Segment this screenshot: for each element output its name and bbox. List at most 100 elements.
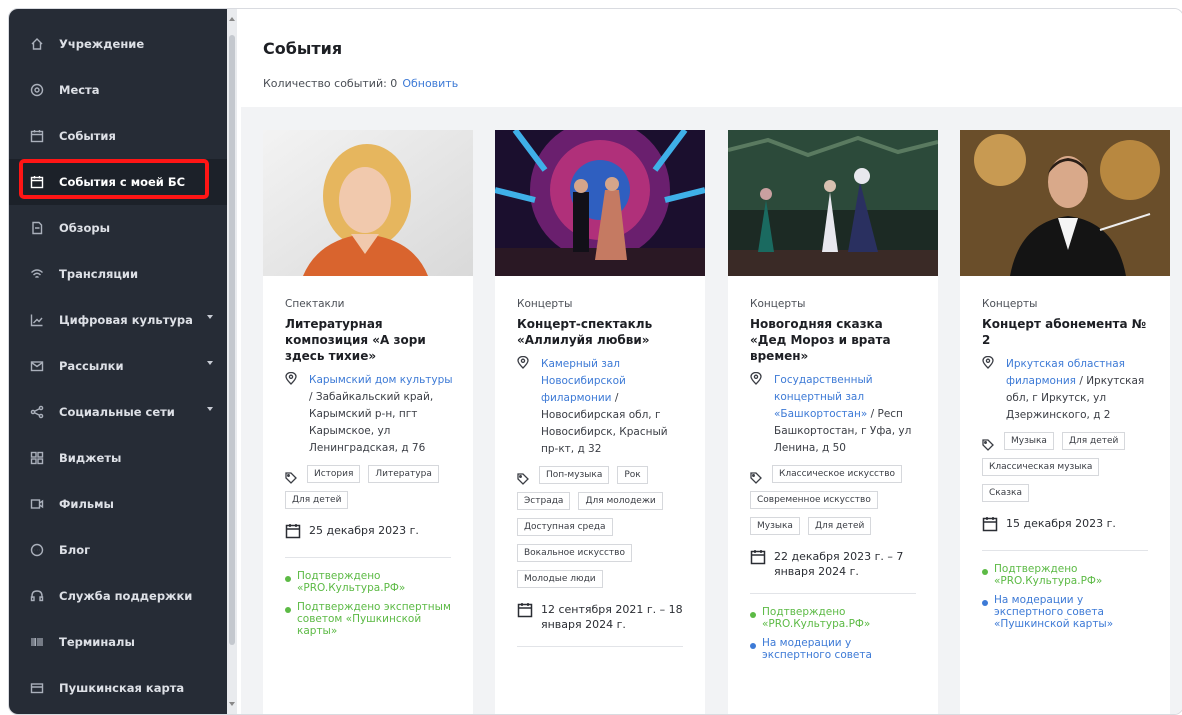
- status-confirmed: Подтверждено «PRO.Культура.РФ»: [285, 570, 455, 594]
- location-pin-icon: [750, 371, 764, 457]
- event-card[interactable]: Концерты Новогодняя сказка «Дед Мороз и …: [728, 130, 938, 714]
- event-card[interactable]: Концерты Концерт-спектакль «Аллилуйя люб…: [495, 130, 705, 714]
- tag[interactable]: Молодые люди: [517, 570, 603, 588]
- event-date: 12 сентября 2021 г. – 18 января 2024 г.: [517, 602, 687, 632]
- sidebar-item-pushkin-card[interactable]: Пушкинская карта: [9, 665, 227, 711]
- sidebar-item-broadcasts[interactable]: Трансляции: [9, 251, 227, 297]
- sidebar-item-label: Учреждение: [59, 37, 145, 51]
- tag[interactable]: Для детей: [807, 517, 872, 535]
- sidebar-item-digital-culture[interactable]: Цифровая культура: [9, 297, 227, 343]
- sidebar-item-label: Терминалы: [59, 635, 135, 649]
- event-title[interactable]: Концерт-спектакль «Аллилуйя любви»: [517, 316, 687, 348]
- calendar-icon: [982, 516, 1000, 536]
- sidebar-item-label: Места: [59, 83, 100, 97]
- tag-icon: [517, 470, 531, 489]
- event-card[interactable]: Спектакли Литературная композиция «А зор…: [263, 130, 473, 714]
- main-content: События Количество событий: 0 Обновить С…: [237, 9, 1182, 714]
- events-count-label: Количество событий: 0: [263, 77, 398, 90]
- scroll-up-icon[interactable]: [229, 17, 235, 21]
- sidebar-item-places[interactable]: Места: [9, 67, 227, 113]
- scroll-down-icon[interactable]: [229, 702, 235, 706]
- tag[interactable]: Музыка: [1004, 432, 1054, 450]
- event-category: Концерты: [982, 298, 1038, 310]
- location-icon: [29, 82, 45, 98]
- tag[interactable]: Рок: [617, 466, 648, 484]
- sidebar-item-label: Пушкинская карта: [59, 681, 185, 695]
- status-confirmed: Подтверждено «PRO.Культура.РФ»: [750, 606, 920, 630]
- event-date: 15 декабря 2023 г.: [982, 516, 1152, 536]
- sidebar-item-events-my-bs[interactable]: События с моей БС: [9, 159, 227, 205]
- tag[interactable]: Для молодежи: [578, 492, 663, 510]
- location-pin-icon: [517, 355, 531, 458]
- chevron-down-icon: [207, 407, 213, 411]
- sidebar-item-reviews[interactable]: Обзоры: [9, 205, 227, 251]
- event-date-text: 12 сентября 2021 г. – 18 января 2024 г.: [541, 603, 683, 631]
- tag[interactable]: Современное искусство: [750, 491, 878, 509]
- sidebar-item-social[interactable]: Социальные сети: [9, 389, 227, 435]
- sidebar-item-widgets[interactable]: Виджеты: [9, 435, 227, 481]
- sidebar-item-films[interactable]: Фильмы: [9, 481, 227, 527]
- event-category: Концерты: [750, 298, 806, 310]
- document-icon: [29, 220, 45, 236]
- chat-icon: [29, 542, 45, 558]
- calendar-icon: [750, 549, 768, 579]
- sidebar-item-institution[interactable]: Учреждение: [9, 21, 227, 67]
- tag-icon: [750, 469, 764, 488]
- event-date: 22 декабря 2023 г. – 7 января 2024 г.: [750, 549, 920, 579]
- sidebar-item-label: Блог: [59, 543, 91, 557]
- tag[interactable]: Вокальное искусство: [517, 544, 632, 562]
- tag[interactable]: Для детей: [285, 491, 349, 509]
- tag[interactable]: Литература: [368, 465, 439, 483]
- event-date-text: 25 декабря 2023 г.: [309, 524, 419, 537]
- sidebar-item-mailings[interactable]: Рассылки: [9, 343, 227, 389]
- event-title[interactable]: Концерт абонемента № 2: [982, 316, 1152, 348]
- place-link[interactable]: Камерный зал Новосибирской филармонии: [541, 358, 626, 404]
- status-moderation: На модерации у экспертного совета «Пушки…: [982, 594, 1152, 630]
- grid-icon: [29, 450, 45, 466]
- event-place: Камерный зал Новосибирской филармонии / …: [517, 355, 687, 458]
- status-moderation: На модерации у экспертного совета: [750, 637, 920, 661]
- sidebar-item-label: Рассылки: [59, 359, 124, 373]
- event-photo: [960, 130, 1170, 276]
- event-category: Спектакли: [285, 298, 345, 310]
- cards-area: Спектакли Литературная композиция «А зор…: [241, 107, 1182, 714]
- tag[interactable]: Сказка: [982, 484, 1029, 502]
- sidebar-scrollbar[interactable]: [227, 9, 237, 714]
- tag[interactable]: Поп-музыка: [539, 466, 610, 484]
- scrollbar-thumb[interactable]: [229, 35, 235, 645]
- headset-icon: [29, 588, 45, 604]
- event-category: Концерты: [517, 298, 573, 310]
- refresh-link[interactable]: Обновить: [402, 77, 458, 90]
- event-title[interactable]: Литературная композиция «А зори здесь ти…: [285, 316, 455, 364]
- event-title[interactable]: Новогодняя сказка «Дед Мороз и врата вре…: [750, 316, 920, 364]
- calendar-icon: [517, 602, 535, 632]
- tag[interactable]: Эстрада: [517, 492, 571, 510]
- place-link[interactable]: Карымский дом культуры: [309, 374, 453, 386]
- event-card[interactable]: Концерты Концерт абонемента № 2 Иркутска…: [960, 130, 1170, 714]
- status-confirmed: Подтверждено экспертным советом «Пушкинс…: [285, 601, 455, 637]
- sidebar-item-blog[interactable]: Блог: [9, 527, 227, 573]
- event-date: 25 декабря 2023 г.: [285, 523, 455, 543]
- calendar-icon: [285, 523, 303, 543]
- events-count: Количество событий: 0 Обновить: [263, 77, 458, 90]
- tag[interactable]: Музыка: [750, 517, 800, 535]
- event-place: Иркутская областная филармония / Иркутск…: [982, 355, 1152, 424]
- sidebar-item-label: Трансляции: [59, 267, 139, 281]
- chevron-down-icon: [207, 361, 213, 365]
- event-date-text: 15 декабря 2023 г.: [1006, 517, 1116, 530]
- sidebar-item-events[interactable]: События: [9, 113, 227, 159]
- place-link[interactable]: Государственный концертный зал «Башкорто…: [774, 374, 873, 420]
- tag[interactable]: История: [307, 465, 361, 483]
- tag[interactable]: Для детей: [1061, 432, 1126, 450]
- tag[interactable]: Классическая музыка: [982, 458, 1100, 476]
- calendar-icon: [29, 174, 45, 190]
- sidebar-item-terminals[interactable]: Терминалы: [9, 619, 227, 665]
- sidebar-item-label: Социальные сети: [59, 405, 175, 419]
- tag[interactable]: Доступная среда: [517, 518, 613, 536]
- tag[interactable]: Классическое искусство: [772, 465, 903, 483]
- tag-list: Музыка Для детей Классическая музыка Ска…: [982, 432, 1152, 510]
- card-icon: [29, 680, 45, 696]
- sidebar-item-label: Служба поддержки: [59, 589, 193, 603]
- page-title: События: [263, 39, 343, 58]
- sidebar-item-support[interactable]: Служба поддержки: [9, 573, 227, 619]
